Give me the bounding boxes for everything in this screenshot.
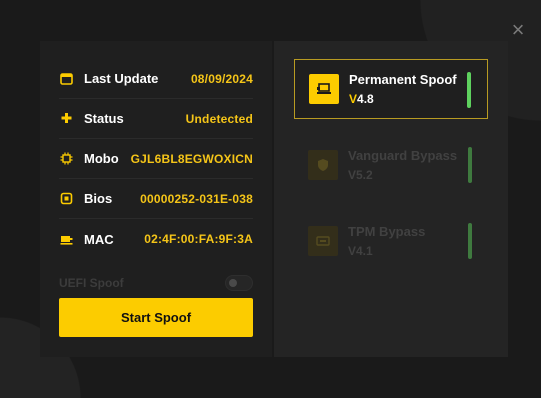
status-indicator (468, 223, 472, 259)
last-update-value: 08/09/2024 (190, 71, 253, 86)
status-value: Undetected (185, 111, 253, 126)
spoofer-card-vanguard-bypass[interactable]: Vanguard Bypass V5.2 (294, 135, 488, 195)
spoofer-title: Vanguard Bypass (348, 148, 458, 163)
device-info-panel: Last Update 08/09/2024 Status Undetected… (40, 41, 272, 357)
spoofer-title: TPM Bypass (348, 224, 426, 239)
spoofer-list-panel: Permanent Spoof V4.8 Vanguard Bypass V5.… (274, 41, 508, 357)
status-indicator (467, 72, 471, 108)
spoofer-card-text: Vanguard Bypass V5.2 (348, 148, 457, 182)
shield-icon (308, 150, 338, 180)
uefi-spoof-toggle[interactable] (225, 275, 253, 291)
mobo-value: GJL6BL8EGWOXICN (130, 151, 253, 166)
spoofer-version: V4.8 (349, 92, 457, 106)
mac-label: MAC (84, 231, 114, 247)
info-row-bios: Bios 00000252-031E-038 (59, 179, 253, 219)
close-button[interactable]: × (508, 17, 528, 42)
spoofer-card-tpm-bypass[interactable]: TPM Bypass V4.1 (294, 211, 488, 271)
calendar-icon (59, 72, 73, 86)
status-label: Status (84, 111, 124, 126)
network-icon (59, 232, 73, 246)
bios-icon (59, 192, 73, 206)
last-update-label: Last Update (84, 71, 159, 86)
info-row-mac: MAC 02:4F:00:FA:9F:3A (59, 219, 253, 259)
spoofer-card-text: Permanent Spoof V4.8 (349, 72, 457, 106)
toggle-knob (229, 279, 237, 287)
info-row-mobo: Mobo GJL6BL8EGWOXICN (59, 139, 253, 179)
spoofer-title: Permanent Spoof (349, 72, 457, 87)
spoofer-card-permanent-spoof[interactable]: Permanent Spoof V4.8 (294, 59, 488, 119)
spoofer-version: V5.2 (348, 168, 373, 182)
laptop-icon (309, 74, 339, 104)
mac-value: 02:4F:00:FA:9F:3A (144, 232, 253, 246)
puzzle-icon (59, 112, 73, 126)
uefi-spoof-label: UEFI Spoof (59, 276, 124, 290)
tpm-icon (308, 226, 338, 256)
bios-value: 00000252-031E-038 (140, 191, 253, 206)
info-row-last-update: Last Update 08/09/2024 (59, 59, 253, 99)
chip-icon (59, 152, 73, 166)
start-spoof-button[interactable]: Start Spoof (59, 298, 253, 337)
close-icon: × (511, 17, 525, 42)
bios-label: Bios (84, 191, 113, 206)
status-indicator (468, 147, 472, 183)
version-prefix: V (349, 92, 358, 106)
version-number: 4.8 (357, 92, 374, 106)
spoofer-version: V4.1 (348, 244, 373, 258)
uefi-spoof-row: UEFI Spoof (59, 274, 253, 292)
spoofer-card-text: TPM Bypass V4.1 (348, 224, 425, 258)
info-row-status: Status Undetected (59, 99, 253, 139)
mobo-label: Mobo (84, 151, 119, 166)
